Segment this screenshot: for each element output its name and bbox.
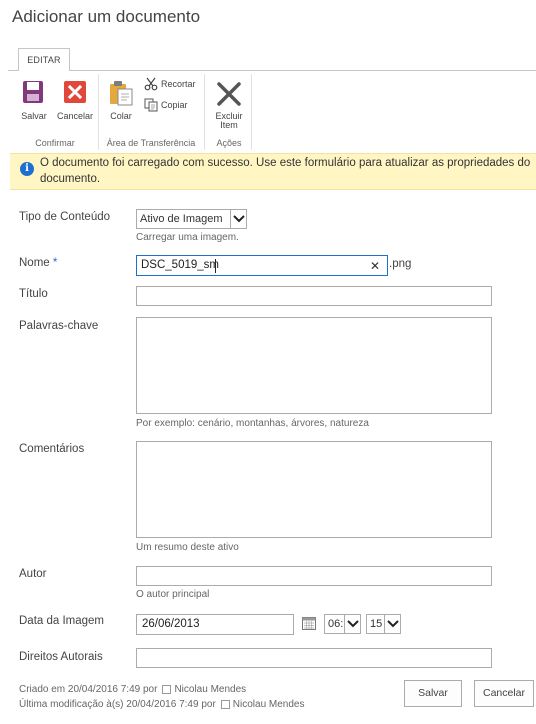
content-type-hint: Carregar uma imagem. (136, 232, 239, 243)
ribbon-divider (8, 70, 536, 71)
copy-icon (144, 98, 158, 112)
hour-value: 06: (328, 618, 344, 630)
minute-value: 15 (370, 618, 383, 630)
content-type-value: Ativo de Imagem (140, 213, 223, 225)
copyright-label: Direitos Autorais (19, 651, 103, 663)
cancel-icon (64, 81, 86, 103)
author-hint: O autor principal (136, 589, 210, 600)
save-button[interactable]: Salvar (404, 680, 462, 707)
ribbon-group-separator (98, 74, 99, 150)
modified-by-link[interactable]: Nicolau Mendes (233, 699, 305, 710)
keywords-textarea[interactable] (136, 317, 492, 414)
cancel-label: Cancelar (56, 111, 94, 121)
name-extension: .png (389, 258, 412, 270)
keywords-hint: Por exemplo: cenário, montanhas, árvores… (136, 418, 369, 429)
keywords-label: Palavras-chave (19, 320, 99, 332)
info-icon: i (20, 162, 34, 176)
ribbon-cancel-button[interactable]: Cancelar (55, 78, 95, 124)
content-type-label: Tipo de Conteúdo (19, 211, 111, 223)
ribbon-cut-button[interactable]: Recortar (144, 77, 196, 91)
name-label: Nome * (19, 257, 57, 269)
chevron-down-icon (384, 615, 400, 633)
comments-hint: Um resumo deste ativo (136, 542, 239, 553)
presence-icon (162, 685, 172, 694)
author-label: Autor (19, 568, 47, 580)
ribbon-group-separator (251, 74, 252, 150)
delete-x-icon (216, 81, 242, 107)
chevron-down-icon (230, 210, 246, 228)
author-input[interactable] (136, 566, 492, 586)
group-label-area-transferencia: Área de Transferência (106, 138, 196, 148)
minute-select[interactable]: 15 (366, 614, 401, 634)
calendar-icon[interactable] (302, 616, 316, 630)
cut-label: Recortar (161, 79, 196, 89)
cursor-caret (215, 259, 216, 273)
ribbon-delete-item-button[interactable]: Excluir Item (210, 78, 248, 134)
scissors-icon (144, 77, 158, 91)
required-marker: * (52, 257, 58, 269)
chevron-down-icon (344, 615, 360, 633)
date-input-value: 26/06/2013 (142, 618, 200, 630)
ribbon-group-separator (204, 74, 205, 150)
title-input[interactable] (136, 286, 492, 306)
group-label-acoes: Ações (216, 138, 242, 148)
modified-prefix: Última modificação à(s) 20/04/2016 7:49 … (19, 699, 216, 710)
copyright-input[interactable] (136, 648, 492, 668)
modified-info: Última modificação à(s) 20/04/2016 7:49 … (19, 699, 305, 710)
hour-select[interactable]: 06: (324, 614, 361, 634)
clipboard-icon (109, 80, 133, 106)
ribbon-paste-button[interactable]: Colar (104, 78, 138, 124)
ribbon-save-button[interactable]: Salvar (18, 78, 50, 124)
delete-label-line2: Item (220, 120, 238, 130)
clear-icon[interactable]: ✕ (370, 258, 380, 274)
created-prefix: Criado em 20/04/2016 7:49 por (19, 684, 158, 695)
content-type-select[interactable]: Ativo de Imagem (136, 209, 247, 229)
ribbon-copy-button[interactable]: Copiar (144, 98, 188, 112)
cancel-button[interactable]: Cancelar (474, 680, 534, 707)
title-label: Título (19, 288, 48, 300)
comments-label: Comentários (19, 443, 85, 455)
name-input[interactable]: DSC_5019_sm ✕ (136, 255, 388, 276)
created-info: Criado em 20/04/2016 7:49 por Nicolau Me… (19, 684, 246, 695)
comments-textarea[interactable] (136, 441, 492, 538)
presence-icon (220, 700, 230, 709)
page-title: Adicionar um documento (12, 7, 201, 26)
status-message-text: O documento foi carregado com sucesso. U… (40, 157, 531, 185)
name-input-value: DSC_5019_sm (141, 259, 219, 271)
image-date-label: Data da Imagem (19, 615, 105, 627)
save-label: Salvar (21, 111, 47, 121)
name-label-text: Nome (19, 257, 50, 269)
group-label-confirmar: Confirmar (35, 138, 75, 148)
copy-label: Copiar (161, 100, 188, 110)
paste-label: Colar (110, 111, 132, 121)
date-input[interactable]: 26/06/2013 (136, 614, 294, 635)
created-by-link[interactable]: Nicolau Mendes (174, 684, 246, 695)
tab-editar[interactable]: EDITAR (18, 48, 70, 71)
save-icon (22, 80, 44, 104)
